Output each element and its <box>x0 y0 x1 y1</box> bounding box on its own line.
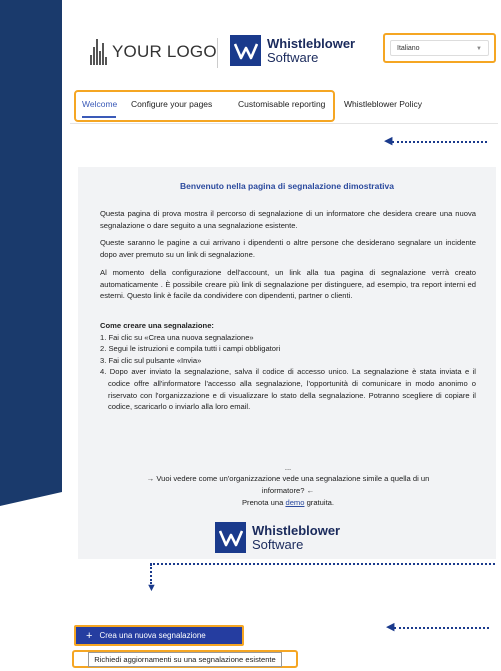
brand-name-line2: Software <box>267 49 319 65</box>
annotation-dotted-vertical <box>150 564 152 584</box>
whistleblower-w-icon <box>215 522 246 553</box>
tab-whistleblower-policy[interactable]: Whistleblower Policy <box>344 99 422 109</box>
annotation-dotted-line-bottom <box>150 563 495 565</box>
chevron-down-icon: ▼ <box>476 46 482 52</box>
reporting-page: YOUR LOGO Whistleblower Software Italian… <box>62 0 501 671</box>
tab-bar: Welcome Configure your pages Customisabl… <box>74 90 454 122</box>
demo-suffix: gratuita. <box>304 498 335 507</box>
update-report-button[interactable]: Richiedi aggiornamenti su una segnalazio… <box>88 651 282 667</box>
brand-logo: Whistleblower Software <box>230 35 355 66</box>
intro-paragraph: Questa pagina di prova mostra il percors… <box>100 209 476 230</box>
step-item: 1. Fai clic su «Crea una nuova segnalazi… <box>100 332 254 342</box>
pages-paragraph: Queste saranno le pagine a cui arrivano … <box>100 238 476 259</box>
tab-welcome[interactable]: Welcome <box>82 99 117 109</box>
demo-question: → Vuoi vedere come un'organizzazione ved… <box>146 474 430 495</box>
demo-line: Prenota una demo gratuita. <box>100 497 476 509</box>
create-report-label: Crea una nuova segnalazione <box>99 631 206 640</box>
how-to-title: Come creare una segnalazione: <box>100 321 214 330</box>
annotation-dotted-line-buttons <box>394 627 489 629</box>
arrow-down-icon: ▼ <box>146 582 157 594</box>
how-to-section: Come creare una segnalazione: 1. Fai cli… <box>100 320 476 413</box>
step-item: 2. Segui le istruzioni e compila tutti i… <box>100 344 281 354</box>
arrow-left-icon: ◀ <box>384 135 393 147</box>
update-report-highlight: Richiedi aggiornamenti su una segnalazio… <box>72 650 298 668</box>
annotation-dotted-line-tabs <box>392 141 487 143</box>
left-navy-band-tip <box>0 492 62 506</box>
arrow-left-icon: ◀ <box>386 621 395 633</box>
brand-logo-footer: Whistleblower Software <box>215 522 340 553</box>
brand-name-line1: Whistleblower <box>252 522 341 538</box>
brand-name-line1: Whistleblower <box>267 35 356 51</box>
ellipsis: ... <box>284 463 292 472</box>
create-report-button[interactable]: + Crea una nuova segnalazione <box>74 625 244 646</box>
content-title: Benvenuto nella pagina di segnalazione d… <box>180 181 394 191</box>
logo-divider <box>217 38 218 68</box>
demo-prefix: Prenota una <box>241 498 286 507</box>
link-paragraph: Al momento della configurazione dell'acc… <box>100 268 476 301</box>
language-select-value: Italiano <box>397 45 420 52</box>
tab-customisable-reporting[interactable]: Customisable reporting <box>238 99 325 109</box>
placeholder-logo-text: YOUR LOGO <box>112 42 217 61</box>
step-item: 4. Dopo aver inviato la segnalazione, sa… <box>100 367 476 412</box>
step-item: 3. Fai clic sul pulsante «Invia» <box>100 355 202 365</box>
sound-bars-icon <box>90 39 107 65</box>
demo-link[interactable]: demo <box>285 498 304 507</box>
tabs-divider <box>70 123 498 124</box>
language-select-highlight: Italiano ▼ <box>383 33 496 63</box>
tab-configure-pages[interactable]: Configure your pages <box>131 99 212 109</box>
language-select[interactable]: Italiano ▼ <box>390 40 489 56</box>
left-navy-band <box>0 0 62 492</box>
welcome-content: Benvenuto nella pagina di segnalazione d… <box>78 167 496 559</box>
placeholder-logo: YOUR LOGO <box>90 38 217 66</box>
whistleblower-w-icon <box>230 35 261 66</box>
brand-name-line2: Software <box>252 536 304 552</box>
plus-icon: + <box>86 629 93 642</box>
active-tab-underline <box>82 116 116 118</box>
